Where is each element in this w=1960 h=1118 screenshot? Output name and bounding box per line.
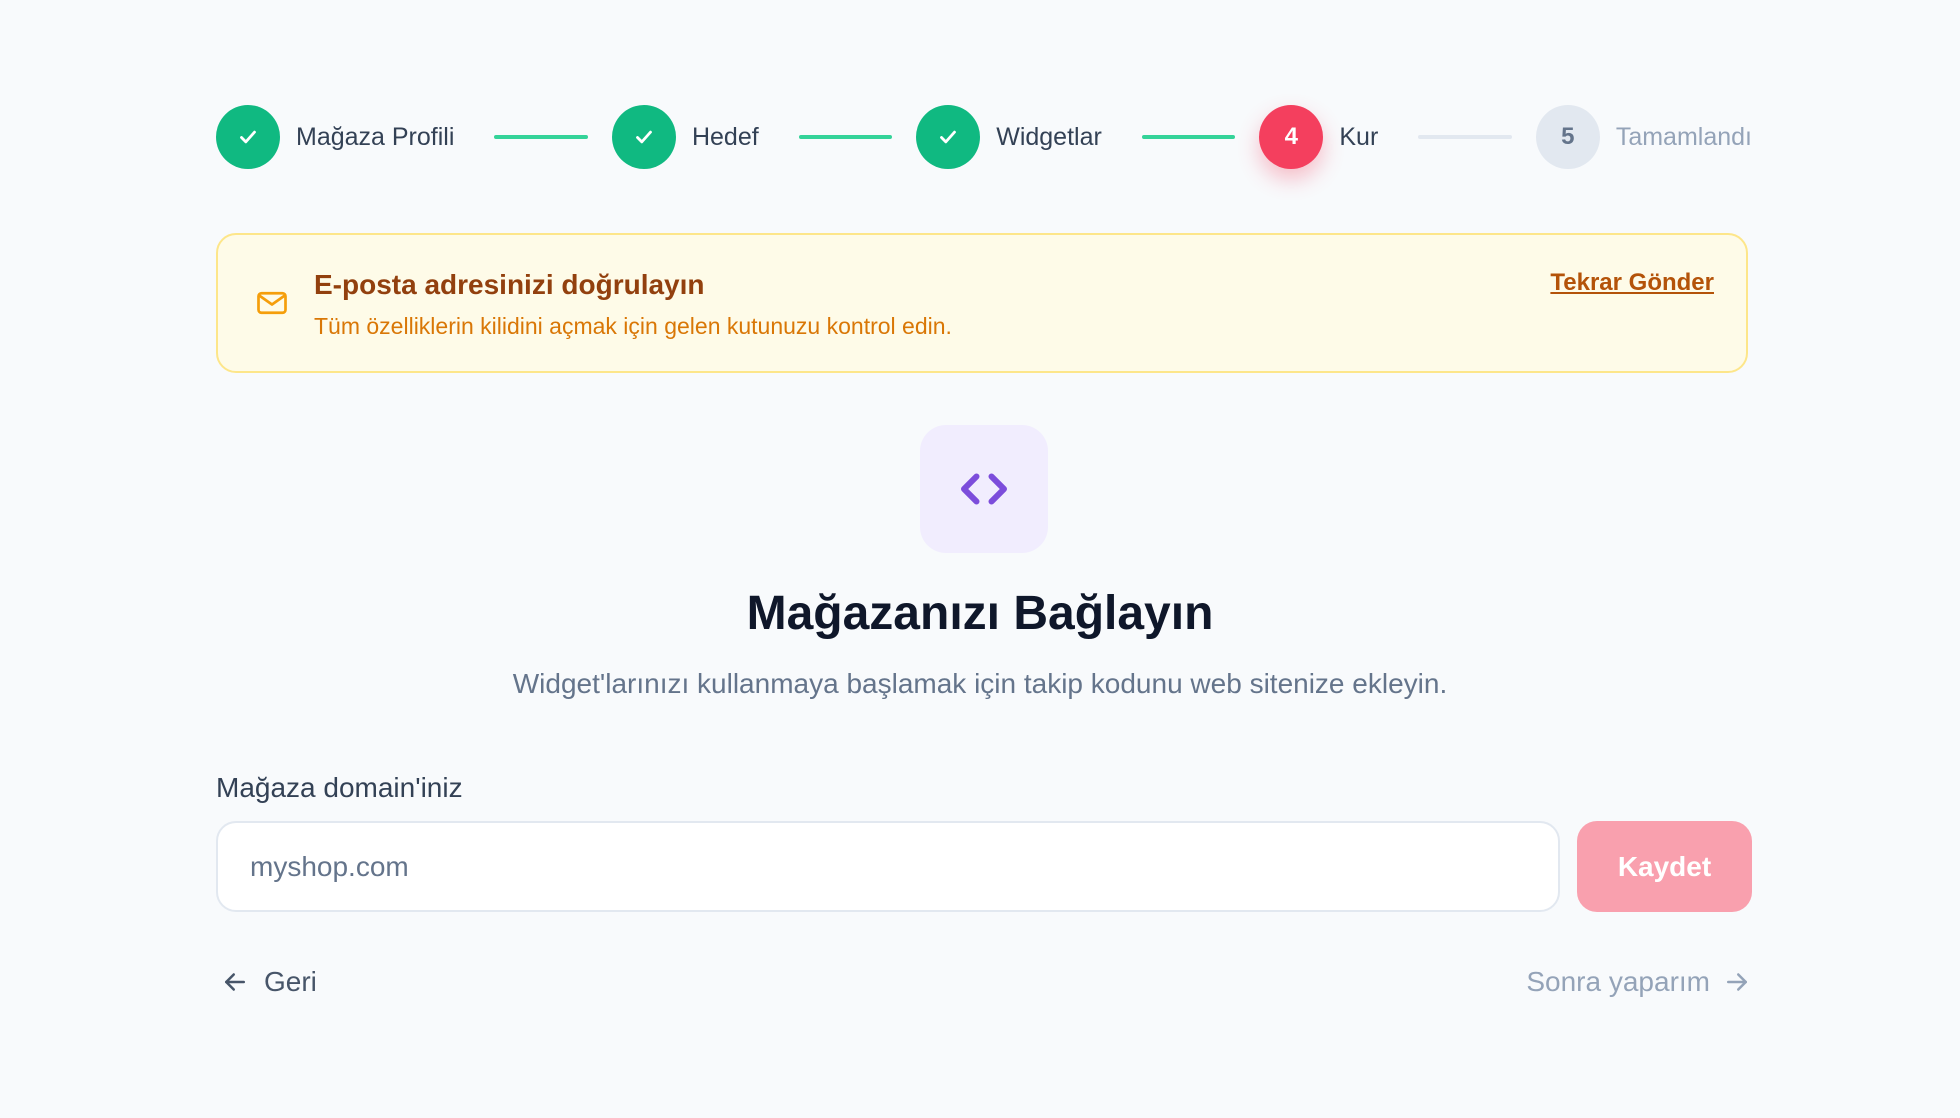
back-button[interactable]: Geri (220, 958, 317, 1006)
step-label: Tamamlandı (1615, 122, 1752, 151)
onboarding-page: Mağaza Profili Hedef Widgetlar 4 Kur 5 T… (0, 0, 1960, 1118)
step-complete-check-icon (916, 105, 981, 169)
progress-stepper: Mağaza Profili Hedef Widgetlar 4 Kur 5 T… (216, 104, 1752, 170)
step-complete-check-icon (216, 105, 280, 169)
step-label: Hedef (691, 122, 759, 151)
step-store-profile[interactable]: Mağaza Profili (216, 105, 454, 169)
step-label: Mağaza Profili (296, 122, 455, 151)
code-icon-tile (920, 425, 1048, 553)
step-widgets[interactable]: Widgetlar (916, 105, 1102, 169)
save-button[interactable]: Kaydet (1577, 821, 1752, 912)
step-setup[interactable]: 4 Kur (1259, 105, 1378, 169)
skip-label: Sonra yaparım (1526, 966, 1710, 997)
page-subtitle: Widget'larınızı kullanmaya başlamak için… (512, 668, 1448, 699)
skip-button[interactable]: Sonra yaparım (1526, 958, 1752, 1006)
resend-link[interactable]: Tekrar Gönder (1550, 269, 1714, 297)
mail-icon (257, 291, 287, 315)
step-number-badge: 5 (1535, 105, 1600, 169)
back-label: Geri (264, 966, 317, 997)
domain-input[interactable] (216, 821, 1560, 912)
arrow-right-icon (1727, 973, 1747, 991)
step-connector (1418, 135, 1512, 139)
step-label: Kur (1339, 122, 1379, 151)
code-icon (961, 473, 1007, 505)
arrow-left-icon (225, 973, 245, 991)
step-connector (494, 135, 588, 139)
step-goal[interactable]: Hedef (611, 105, 759, 169)
step-number-badge: 4 (1259, 105, 1324, 169)
step-connector (1141, 135, 1236, 139)
page-title: Mağazanızı Bağlayın (746, 587, 1214, 640)
alert-message: Tüm özelliklerin kilidini açmak için gel… (314, 313, 952, 339)
step-complete[interactable]: 5 Tamamlandı (1535, 105, 1752, 169)
domain-field-label: Mağaza domain'iniz (216, 772, 463, 803)
step-label: Widgetlar (996, 122, 1102, 151)
alert-title: E-posta adresinizi doğrulayın (314, 269, 705, 300)
step-complete-check-icon (611, 105, 676, 169)
step-connector (798, 135, 893, 139)
email-verification-alert: E-posta adresinizi doğrulayın Tüm özelli… (216, 233, 1748, 373)
